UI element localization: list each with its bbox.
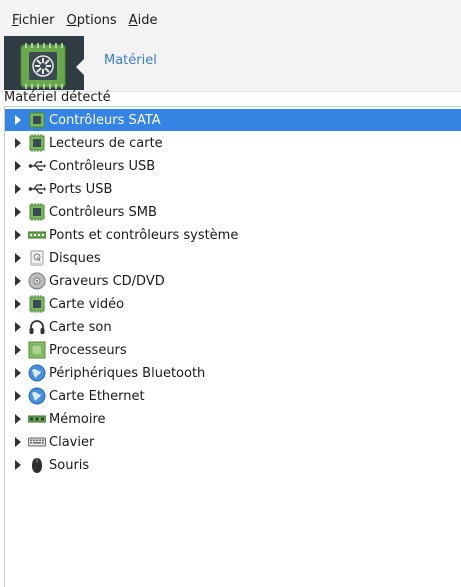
expand-arrow-icon[interactable] bbox=[13, 230, 23, 240]
menu-fichier[interactable]: Fichier bbox=[0, 10, 62, 32]
chip-icon bbox=[27, 111, 47, 129]
tree-row[interactable]: Mémoire bbox=[5, 408, 461, 430]
tree-row-label: Ponts et contrôleurs système bbox=[49, 227, 239, 243]
expand-arrow-icon[interactable] bbox=[13, 322, 23, 332]
menu-aide[interactable]: Aide bbox=[124, 10, 165, 32]
section-label: Matériel détecté bbox=[4, 90, 111, 105]
tree-row-label: Clavier bbox=[49, 434, 95, 450]
banner-notch bbox=[76, 55, 88, 79]
banner-title: Matériel bbox=[104, 53, 157, 68]
tree-row-label: Ports USB bbox=[49, 181, 113, 197]
cpu-icon bbox=[27, 341, 47, 359]
tree-row-label: Contrôleurs SMB bbox=[49, 204, 157, 220]
expand-arrow-icon[interactable] bbox=[13, 276, 23, 286]
chip-icon bbox=[27, 203, 47, 221]
expand-arrow-icon[interactable] bbox=[13, 414, 23, 424]
banner-logo bbox=[4, 36, 88, 90]
expand-arrow-icon[interactable] bbox=[13, 207, 23, 217]
tree-row[interactable]: Contrôleurs SMB bbox=[5, 201, 461, 223]
expand-arrow-icon[interactable] bbox=[13, 161, 23, 171]
tree-row[interactable]: Carte Ethernet bbox=[5, 385, 461, 407]
title-strip bbox=[0, 0, 461, 10]
tree-row[interactable]: Lecteurs de carte bbox=[5, 132, 461, 154]
globe-icon bbox=[27, 387, 47, 405]
header-banner: Matériel bbox=[0, 32, 461, 92]
menu-aide-label: ide bbox=[137, 13, 158, 28]
menu-options[interactable]: Options bbox=[62, 10, 124, 32]
keyboard-icon bbox=[27, 433, 47, 451]
menu-aide-mnemonic: A bbox=[128, 13, 138, 28]
mouse-icon bbox=[27, 456, 47, 474]
expand-arrow-icon[interactable] bbox=[13, 437, 23, 447]
cd-icon bbox=[27, 272, 47, 290]
expand-arrow-icon[interactable] bbox=[13, 391, 23, 401]
menu-bar: Fichier Options Aide bbox=[0, 10, 461, 32]
tree-row[interactable]: Carte vidéo bbox=[5, 293, 461, 315]
tree-row-label: Disques bbox=[49, 250, 101, 266]
expand-arrow-icon[interactable] bbox=[13, 345, 23, 355]
hardware-tree[interactable]: Contrôleurs SATA Lecteurs de carte Contrôl… bbox=[4, 106, 461, 587]
memory-icon bbox=[27, 410, 47, 428]
tree-row[interactable]: Disques bbox=[5, 247, 461, 269]
menu-options-mnemonic: O bbox=[66, 13, 77, 28]
usb-icon bbox=[27, 157, 47, 175]
expand-arrow-icon[interactable] bbox=[13, 460, 23, 470]
headphones-icon bbox=[27, 318, 47, 336]
menu-options-label: ptions bbox=[76, 13, 117, 28]
tree-row[interactable]: Clavier bbox=[5, 431, 461, 453]
tree-row[interactable]: Ports USB bbox=[5, 178, 461, 200]
tree-row[interactable]: Contrôleurs USB bbox=[5, 155, 461, 177]
expand-arrow-icon[interactable] bbox=[13, 115, 23, 125]
tree-row-label: Carte Ethernet bbox=[49, 388, 145, 404]
tree-row[interactable]: Ponts et contrôleurs système bbox=[5, 224, 461, 246]
usb-icon bbox=[27, 180, 47, 198]
tree-row[interactable]: Périphériques Bluetooth bbox=[5, 362, 461, 384]
tree-row-label: Carte son bbox=[49, 319, 112, 335]
tree-row[interactable]: Processeurs bbox=[5, 339, 461, 361]
tree-row[interactable]: Graveurs CD/DVD bbox=[5, 270, 461, 292]
menu-fichier-label: ichier bbox=[18, 13, 55, 28]
hardware-chip-icon bbox=[20, 43, 66, 89]
tree-row-label: Périphériques Bluetooth bbox=[49, 365, 206, 381]
expand-arrow-icon[interactable] bbox=[13, 253, 23, 263]
tree-row[interactable]: Contrôleurs SATA bbox=[5, 109, 461, 131]
expand-arrow-icon[interactable] bbox=[13, 138, 23, 148]
expand-arrow-icon[interactable] bbox=[13, 299, 23, 309]
chip-icon bbox=[27, 295, 47, 313]
globe-icon bbox=[27, 364, 47, 382]
expand-arrow-icon[interactable] bbox=[13, 368, 23, 378]
tree-row-label: Contrôleurs SATA bbox=[49, 112, 161, 128]
tree-row-label: Processeurs bbox=[49, 342, 127, 358]
tree-row[interactable]: Carte son bbox=[5, 316, 461, 338]
tree-row-label: Graveurs CD/DVD bbox=[49, 273, 165, 289]
bridge-icon bbox=[27, 226, 47, 244]
tree-row-label: Souris bbox=[49, 457, 90, 473]
tree-row-label: Mémoire bbox=[49, 411, 106, 427]
tree-row-label: Lecteurs de carte bbox=[49, 135, 163, 151]
tree-row[interactable]: Souris bbox=[5, 454, 461, 476]
chip-icon bbox=[27, 134, 47, 152]
tree-row-label: Carte vidéo bbox=[49, 296, 125, 312]
expand-arrow-icon[interactable] bbox=[13, 184, 23, 194]
disk-icon bbox=[27, 249, 47, 267]
tree-row-label: Contrôleurs USB bbox=[49, 158, 156, 174]
